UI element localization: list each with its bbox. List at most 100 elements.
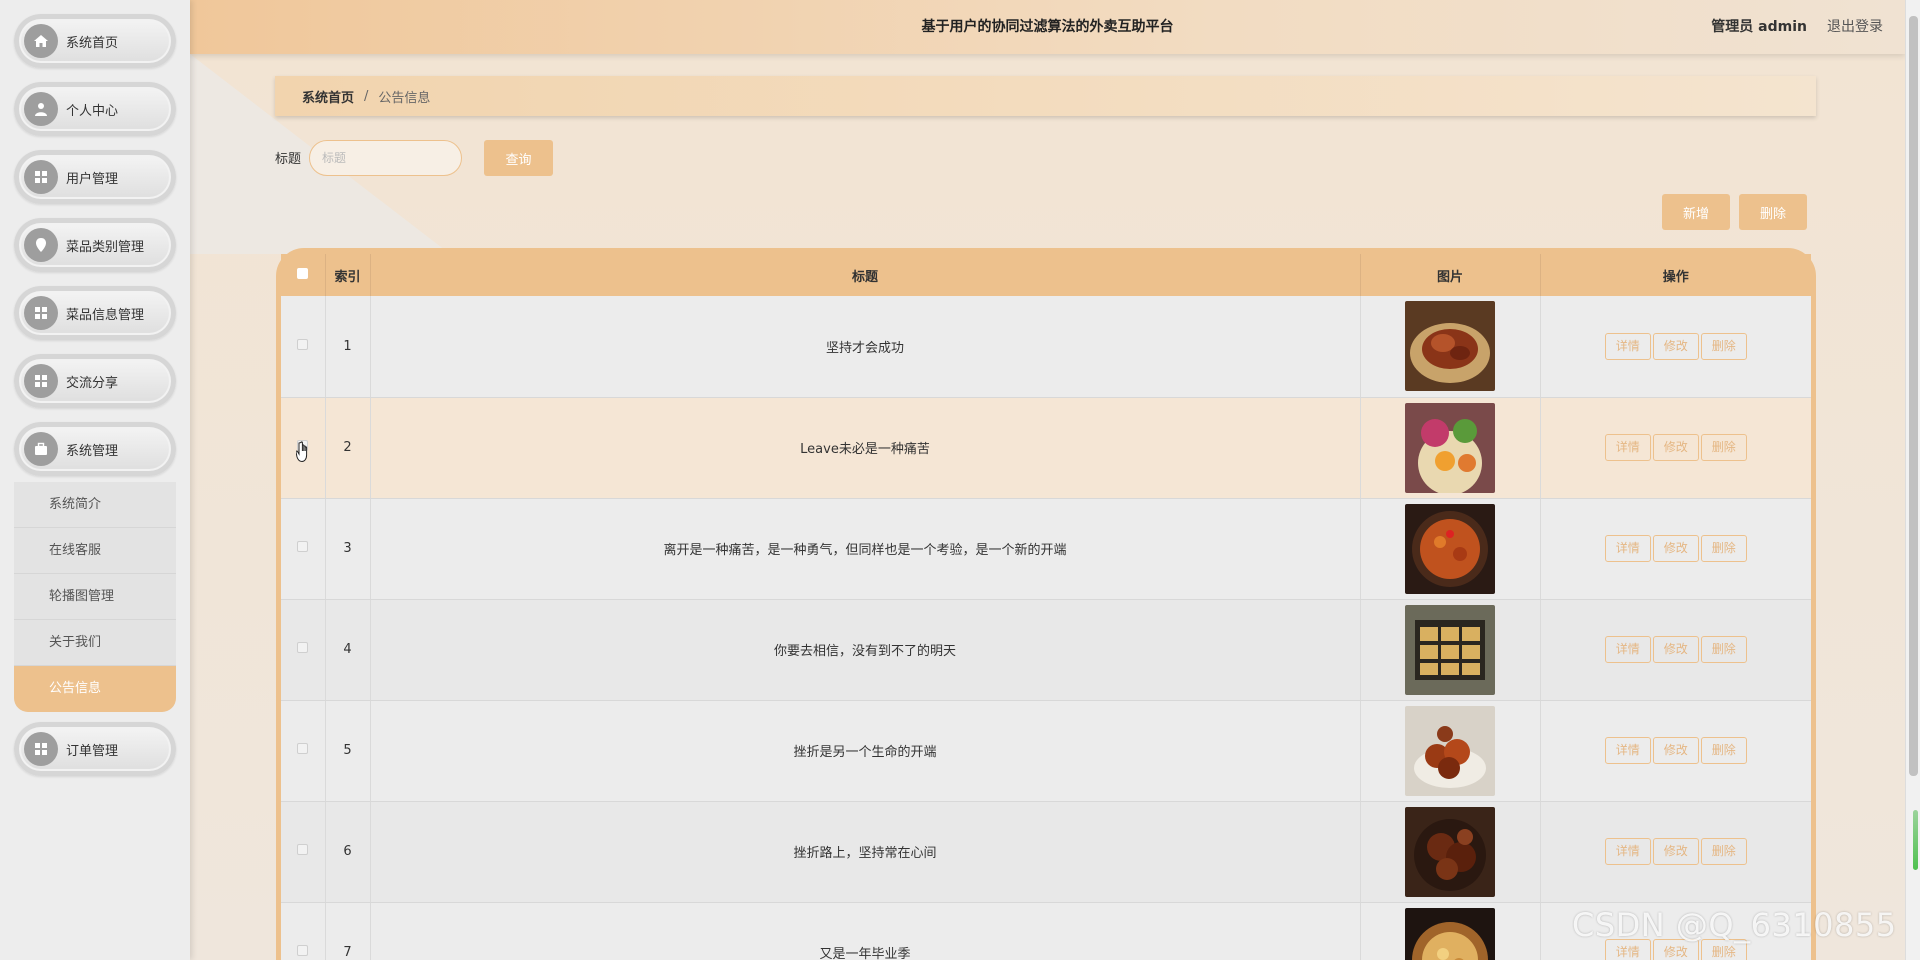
select-all-checkbox[interactable] <box>297 267 309 279</box>
sidebar-item-dish-info[interactable]: 菜品信息管理 <box>14 286 176 340</box>
row-index: 2 <box>325 397 371 499</box>
edit-button[interactable]: 修改 <box>1652 332 1699 360</box>
column-header-actions: 操作 <box>1662 269 1689 285</box>
food-image <box>1405 806 1495 897</box>
table-row: 5 挫折是另一个生命的开端 详情 修改 删除 <box>281 700 1811 802</box>
row-title: 又是一年毕业季 <box>370 902 1361 960</box>
sidebar-item-home[interactable]: 系统首页 <box>14 14 176 68</box>
sidebar-item-users[interactable]: 用户管理 <box>14 150 176 204</box>
row-select-cell <box>281 599 326 701</box>
row-image-cell <box>1360 397 1541 499</box>
hand-cursor-icon <box>295 441 314 467</box>
sidebar-item-label: 系统管理 <box>66 443 119 459</box>
table-row: 4 你要去相信，没有到不了的明天 详情 修改 删除 <box>281 599 1811 701</box>
submenu-item-notice[interactable]: 公告信息 <box>14 666 176 712</box>
row-checkbox[interactable] <box>297 541 309 552</box>
edit-button[interactable]: 修改 <box>1652 737 1699 764</box>
delete-button[interactable]: 删除 <box>1739 194 1807 230</box>
logout-link[interactable]: 退出登录 <box>1827 0 1883 54</box>
detail-button[interactable]: 详情 <box>1604 535 1651 562</box>
sidebar-item-label: 交流分享 <box>66 375 119 391</box>
row-actions: 详情 修改 删除 <box>1540 397 1811 499</box>
row-actions: 详情 修改 删除 <box>1540 599 1811 701</box>
watermark: CSDN @Q_6310855 <box>1572 906 1897 944</box>
grid-icon <box>24 296 58 330</box>
row-image-cell <box>1360 296 1541 398</box>
row-image-cell <box>1360 801 1541 903</box>
detail-button[interactable]: 详情 <box>1604 838 1651 865</box>
sidebar-item-label: 系统首页 <box>66 35 119 51</box>
add-button[interactable]: 新增 <box>1662 194 1730 230</box>
edit-button[interactable]: 修改 <box>1652 636 1699 663</box>
food-image <box>1405 705 1495 796</box>
sidebar-item-dish-category[interactable]: 菜品类别管理 <box>14 218 176 272</box>
row-title: 挫折路上，坚持常在心间 <box>370 801 1361 903</box>
table-body: 1 坚持才会成功 详情 修改 删除 2 Leave未必是一种痛苦 详情 修改 删… <box>281 296 1811 960</box>
detail-button[interactable]: 详情 <box>1604 332 1651 360</box>
row-title: 你要去相信，没有到不了的明天 <box>370 599 1361 701</box>
food-image <box>1405 503 1495 594</box>
row-delete-button[interactable]: 删除 <box>1700 838 1747 865</box>
row-select-cell <box>281 498 326 600</box>
search-input[interactable] <box>309 140 462 176</box>
table-row: 1 坚持才会成功 详情 修改 删除 <box>281 296 1811 398</box>
row-checkbox[interactable] <box>297 743 309 754</box>
column-header-title: 标题 <box>370 254 1361 296</box>
sidebar-item-orders[interactable]: 订单管理 <box>14 722 176 776</box>
sidebar-item-label: 个人中心 <box>66 103 119 119</box>
row-actions: 详情 修改 删除 <box>1540 801 1811 903</box>
detail-button[interactable]: 详情 <box>1604 636 1651 663</box>
row-image-cell <box>1360 498 1541 600</box>
sidebar-item-system[interactable]: 系统管理 <box>14 422 176 476</box>
row-title: 挫折是另一个生命的开端 <box>370 700 1361 802</box>
row-index: 4 <box>325 599 371 701</box>
row-checkbox[interactable] <box>297 338 309 350</box>
sidebar-item-profile[interactable]: 个人中心 <box>14 82 176 136</box>
row-checkbox[interactable] <box>297 642 309 653</box>
breadcrumb-home[interactable]: 系统首页 <box>302 87 354 106</box>
detail-button[interactable]: 详情 <box>1604 434 1651 461</box>
sidebar-item-share[interactable]: 交流分享 <box>14 354 176 408</box>
sidebar-item-label: 菜品类别管理 <box>66 239 145 255</box>
submenu-item-intro[interactable]: 系统简介 <box>14 482 176 528</box>
row-delete-button[interactable]: 删除 <box>1700 737 1747 764</box>
row-image-cell <box>1360 902 1541 960</box>
detail-button[interactable]: 详情 <box>1604 737 1651 764</box>
edit-button[interactable]: 修改 <box>1652 838 1699 865</box>
row-title: 离开是一种痛苦，是一种勇气，但同样也是一个考验，是一个新的开端 <box>370 498 1361 600</box>
edit-button[interactable]: 修改 <box>1652 434 1699 461</box>
sidebar-item-label: 菜品信息管理 <box>66 307 145 323</box>
submenu-item-about[interactable]: 关于我们 <box>14 620 176 666</box>
row-image-cell <box>1360 700 1541 802</box>
grid-icon <box>24 364 58 398</box>
food-image <box>1405 907 1495 960</box>
row-index: 5 <box>325 700 371 802</box>
row-index: 6 <box>325 801 371 903</box>
row-select-cell <box>281 700 326 802</box>
system-submenu: 系统简介 在线客服 轮播图管理 关于我们 公告信息 <box>14 482 176 712</box>
row-actions: 详情 修改 删除 <box>1540 700 1811 802</box>
row-delete-button[interactable]: 删除 <box>1700 636 1747 663</box>
table-row: 6 挫折路上，坚持常在心间 详情 修改 删除 <box>281 801 1811 903</box>
sidebar: 系统首页 个人中心 用户管理 菜品类别管理 菜品信息管理 交流分享 系统管理 系… <box>0 0 190 960</box>
current-user: 管理员 admin <box>1711 19 1807 35</box>
breadcrumb-separator: / <box>364 88 369 104</box>
row-select-cell <box>281 801 326 903</box>
submenu-item-online-service[interactable]: 在线客服 <box>14 528 176 574</box>
grid-icon <box>24 160 58 194</box>
row-delete-button[interactable]: 删除 <box>1700 535 1747 562</box>
scroll-indicator <box>1913 810 1918 870</box>
row-delete-button[interactable]: 删除 <box>1700 332 1747 360</box>
scrollbar-thumb[interactable] <box>1909 16 1918 776</box>
select-all-cell <box>281 254 326 296</box>
row-delete-button[interactable]: 删除 <box>1700 434 1747 461</box>
food-image <box>1405 402 1495 493</box>
top-header: 基于用户的协同过滤算法的外卖互助平台 管理员 admin 退出登录 <box>190 0 1905 54</box>
row-checkbox[interactable] <box>297 844 309 855</box>
submenu-item-carousel[interactable]: 轮播图管理 <box>14 574 176 620</box>
food-image <box>1405 301 1495 392</box>
page-title: 基于用户的协同过滤算法的外卖互助平台 <box>921 19 1174 35</box>
row-checkbox[interactable] <box>297 945 309 956</box>
edit-button[interactable]: 修改 <box>1652 535 1699 562</box>
query-button[interactable]: 查询 <box>484 140 553 176</box>
